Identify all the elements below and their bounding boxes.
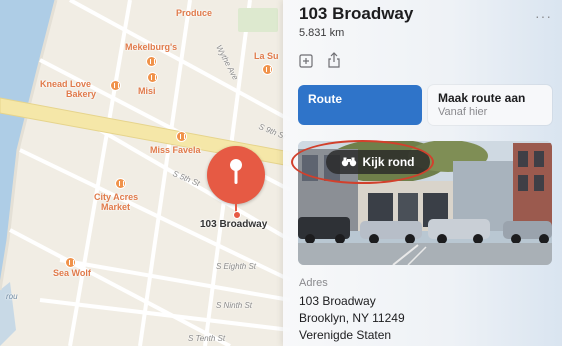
poi-la-su-icon[interactable]	[262, 64, 273, 75]
place-title: 103 Broadway	[299, 4, 414, 23]
map-label-water-fragment: rou	[6, 292, 18, 301]
map-label-sea-wolf: Sea Wolf	[53, 268, 91, 278]
map-label-market: Market	[101, 202, 131, 212]
poi-sea-wolf-icon[interactable]	[65, 257, 76, 268]
poi-mekelburgs-icon[interactable]	[146, 56, 157, 67]
map-label-la-su: La Su	[254, 51, 279, 61]
address-line-2[interactable]: Brooklyn, NY 11249	[299, 311, 405, 325]
address-header: Adres	[299, 277, 328, 289]
pin-label: 103 Broadway	[200, 219, 268, 230]
poi-miss-favela-icon[interactable]	[176, 131, 187, 142]
maps-window: Produce Mekelburg's La Su Knead Love Bak…	[0, 0, 562, 346]
share-icon[interactable]	[327, 52, 341, 68]
route-button-label: Route	[308, 92, 342, 106]
map-label-knead-love: Knead Love	[40, 79, 92, 89]
place-distance: 5.831 km	[299, 27, 345, 39]
pin-glyph-icon	[230, 159, 242, 184]
street-s-ninth: S Ninth St	[216, 301, 253, 310]
map-label-produce: Produce	[176, 8, 213, 18]
map-label-misi: Misi	[138, 86, 156, 96]
poi-misi-icon[interactable]	[147, 72, 158, 83]
poi-knead-love-icon[interactable]	[110, 80, 121, 91]
route-button[interactable]: Route	[298, 85, 422, 125]
more-options-icon[interactable]: ···	[535, 8, 552, 24]
poi-city-acres-icon[interactable]	[115, 178, 126, 189]
map-label-city-acres: City Acres	[94, 192, 139, 202]
address-line-1[interactable]: 103 Broadway	[299, 294, 376, 308]
make-route-title: Maak route aan	[438, 91, 526, 105]
map-label-bakery: Bakery	[66, 89, 97, 99]
add-to-guide-icon[interactable]	[299, 54, 313, 68]
annotation-ellipse	[291, 140, 434, 184]
street-s-tenth: S Tenth St	[188, 334, 226, 343]
location-pin[interactable]	[207, 146, 265, 204]
street-s-eighth: S Eighth St	[216, 262, 257, 271]
make-route-button[interactable]: Maak route aan Vanaf hier	[428, 85, 552, 125]
make-route-subtitle: Vanaf hier	[438, 106, 488, 118]
map-label-miss-favela: Miss Favela	[150, 145, 201, 155]
map-label-mekelburgs: Mekelburg's	[125, 42, 178, 52]
pin-dot	[233, 211, 241, 219]
address-line-3[interactable]: Verenigde Staten	[299, 328, 391, 342]
